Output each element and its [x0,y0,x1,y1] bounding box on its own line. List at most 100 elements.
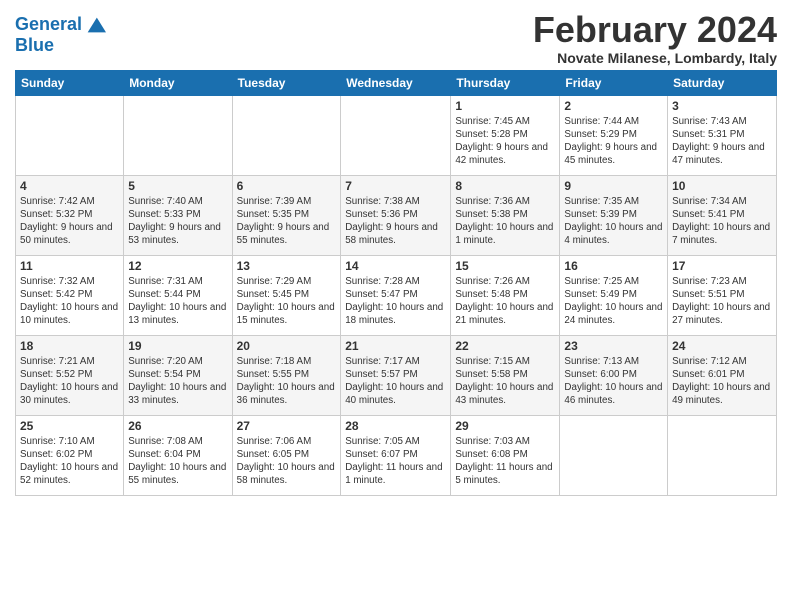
day-number: 13 [237,259,337,273]
calendar-cell: 19Sunrise: 7:20 AM Sunset: 5:54 PM Dayli… [124,335,232,415]
calendar-cell: 7 Sunrise: 7:38 AM Sunset: 5:36 PM Daylig… [341,175,451,255]
calendar-cell: 11 Sunrise: 7:32 AM Sunset: 5:42 PM Dayli… [16,255,124,335]
col-friday: Friday [560,70,668,95]
calendar-cell: 15 Sunrise: 7:26 AM Sunset: 5:48 PM Dayli… [451,255,560,335]
day-info: Sunrise: 7:38 AM Sunset: 5:36 PM Dayligh… [345,195,446,248]
day-info: Sunrise: 7:17 AM Sunset: 5:57 PM Dayligh… [345,355,446,408]
calendar-week-5: 25 Sunrise: 7:10 AM Sunset: 6:02 PM Dayli… [16,415,777,495]
day-info: Sunrise: 7:32 AM Sunset: 5:42 PM Dayligh… [20,275,119,328]
day-number: 11 [20,259,119,273]
day-info: Sunrise: 7:44 AM Sunset: 5:29 PM Dayligh… [564,115,663,168]
day-number: 6 [237,179,337,193]
col-sunday: Sunday [16,70,124,95]
calendar-cell: 8 Sunrise: 7:36 AM Sunset: 5:38 PM Daylig… [451,175,560,255]
calendar-cell: 9 Sunrise: 7:35 AM Sunset: 5:39 PM Daylig… [560,175,668,255]
day-number: 1 [455,99,555,113]
calendar-cell: 6Sunrise: 7:39 AM Sunset: 5:35 PM Daylig… [232,175,341,255]
day-number: 12 [128,259,227,273]
location: Novate Milanese, Lombardy, Italy [533,50,777,66]
logo: General Blue [15,14,106,56]
calendar-cell: 12 Sunrise: 7:31 AM Sunset: 5:44 PM Dayli… [124,255,232,335]
day-number: 8 [455,179,555,193]
calendar-cell: 3 Sunrise: 7:43 AM Sunset: 5:31 PM Daylig… [668,95,777,175]
logo-text: General [15,15,82,35]
calendar-cell [560,415,668,495]
calendar-cell: 10 Sunrise: 7:34 AM Sunset: 5:41 PM Dayli… [668,175,777,255]
calendar-week-1: 1Sunrise: 7:45 AM Sunset: 5:28 PM Daylig… [16,95,777,175]
calendar-cell: 23 Sunrise: 7:13 AM Sunset: 6:00 PM Dayli… [560,335,668,415]
day-info: Sunrise: 7:34 AM Sunset: 5:41 PM Dayligh… [672,195,772,248]
day-info: Sunrise: 7:08 AM Sunset: 6:04 PM Dayligh… [128,435,227,488]
calendar-cell: 22Sunrise: 7:15 AM Sunset: 5:58 PM Dayli… [451,335,560,415]
day-number: 10 [672,179,772,193]
day-number: 7 [345,179,446,193]
day-info: Sunrise: 7:43 AM Sunset: 5:31 PM Dayligh… [672,115,772,168]
day-number: 23 [564,339,663,353]
calendar-header-row: Sunday Monday Tuesday Wednesday Thursday… [16,70,777,95]
day-info: Sunrise: 7:26 AM Sunset: 5:48 PM Dayligh… [455,275,555,328]
day-number: 28 [345,419,446,433]
calendar-cell: 14 Sunrise: 7:28 AM Sunset: 5:47 PM Dayli… [341,255,451,335]
day-number: 25 [20,419,119,433]
logo-icon [84,14,106,36]
day-info: Sunrise: 7:28 AM Sunset: 5:47 PM Dayligh… [345,275,446,328]
col-monday: Monday [124,70,232,95]
day-info: Sunrise: 7:42 AM Sunset: 5:32 PM Dayligh… [20,195,119,248]
calendar-week-3: 11 Sunrise: 7:32 AM Sunset: 5:42 PM Dayli… [16,255,777,335]
calendar-cell: 4 Sunrise: 7:42 AM Sunset: 5:32 PM Daylig… [16,175,124,255]
day-info: Sunrise: 7:35 AM Sunset: 5:39 PM Dayligh… [564,195,663,248]
day-number: 3 [672,99,772,113]
col-saturday: Saturday [668,70,777,95]
day-number: 20 [237,339,337,353]
day-number: 15 [455,259,555,273]
month-year: February 2024 [533,10,777,50]
day-number: 16 [564,259,663,273]
day-number: 4 [20,179,119,193]
calendar-cell: 27 Sunrise: 7:06 AM Sunset: 6:05 PM Dayli… [232,415,341,495]
calendar-cell: 29 Sunrise: 7:03 AM Sunset: 6:08 PM Dayli… [451,415,560,495]
calendar-cell [341,95,451,175]
day-info: Sunrise: 7:10 AM Sunset: 6:02 PM Dayligh… [20,435,119,488]
day-number: 29 [455,419,555,433]
calendar-cell [668,415,777,495]
col-tuesday: Tuesday [232,70,341,95]
day-number: 9 [564,179,663,193]
day-info: Sunrise: 7:05 AM Sunset: 6:07 PM Dayligh… [345,435,446,488]
day-info: Sunrise: 7:06 AM Sunset: 6:05 PM Dayligh… [237,435,337,488]
day-number: 21 [345,339,446,353]
day-info: Sunrise: 7:12 AM Sunset: 6:01 PM Dayligh… [672,355,772,408]
day-info: Sunrise: 7:13 AM Sunset: 6:00 PM Dayligh… [564,355,663,408]
day-info: Sunrise: 7:36 AM Sunset: 5:38 PM Dayligh… [455,195,555,248]
col-thursday: Thursday [451,70,560,95]
day-info: Sunrise: 7:29 AM Sunset: 5:45 PM Dayligh… [237,275,337,328]
day-number: 24 [672,339,772,353]
logo-blue: Blue [15,36,106,56]
calendar-cell: 18Sunrise: 7:21 AM Sunset: 5:52 PM Dayli… [16,335,124,415]
day-number: 22 [455,339,555,353]
calendar-cell: 21 Sunrise: 7:17 AM Sunset: 5:57 PM Dayli… [341,335,451,415]
calendar-cell: 26 Sunrise: 7:08 AM Sunset: 6:04 PM Dayli… [124,415,232,495]
calendar-cell: 17Sunrise: 7:23 AM Sunset: 5:51 PM Dayli… [668,255,777,335]
day-number: 5 [128,179,227,193]
day-number: 27 [237,419,337,433]
calendar-cell [124,95,232,175]
calendar-cell: 20 Sunrise: 7:18 AM Sunset: 5:55 PM Dayli… [232,335,341,415]
calendar-week-4: 18Sunrise: 7:21 AM Sunset: 5:52 PM Dayli… [16,335,777,415]
day-info: Sunrise: 7:18 AM Sunset: 5:55 PM Dayligh… [237,355,337,408]
calendar-cell: 2 Sunrise: 7:44 AM Sunset: 5:29 PM Daylig… [560,95,668,175]
calendar-cell: 25 Sunrise: 7:10 AM Sunset: 6:02 PM Dayli… [16,415,124,495]
day-info: Sunrise: 7:31 AM Sunset: 5:44 PM Dayligh… [128,275,227,328]
calendar-cell: 16 Sunrise: 7:25 AM Sunset: 5:49 PM Dayli… [560,255,668,335]
day-number: 2 [564,99,663,113]
calendar-cell: 24 Sunrise: 7:12 AM Sunset: 6:01 PM Dayli… [668,335,777,415]
day-number: 17 [672,259,772,273]
day-info: Sunrise: 7:03 AM Sunset: 6:08 PM Dayligh… [455,435,555,488]
day-number: 26 [128,419,227,433]
day-number: 19 [128,339,227,353]
day-info: Sunrise: 7:25 AM Sunset: 5:49 PM Dayligh… [564,275,663,328]
day-info: Sunrise: 7:21 AM Sunset: 5:52 PM Dayligh… [20,355,119,408]
day-number: 14 [345,259,446,273]
header: General Blue February 2024 Novate Milane… [15,10,777,66]
calendar-cell [232,95,341,175]
calendar-cell: 1Sunrise: 7:45 AM Sunset: 5:28 PM Daylig… [451,95,560,175]
